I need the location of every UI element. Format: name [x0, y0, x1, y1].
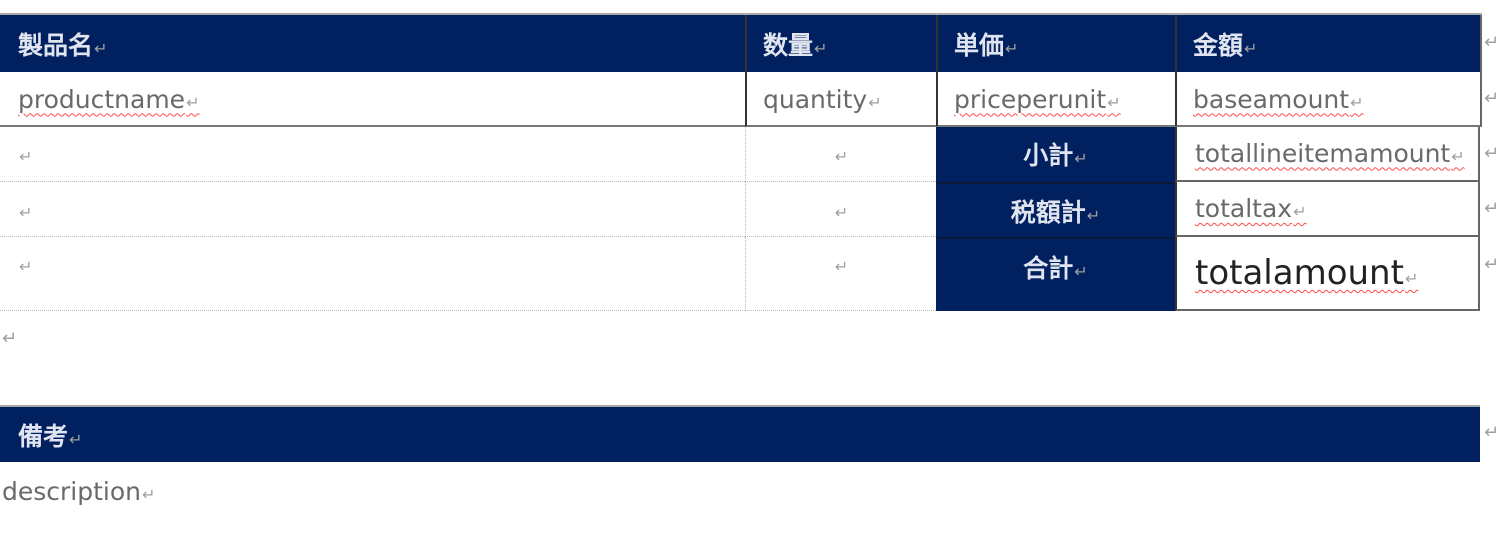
remarks-header: 備考	[0, 405, 1480, 462]
field-text: totaltax	[1195, 194, 1307, 223]
paragraph-mark	[18, 249, 32, 278]
empty-cell[interactable]	[0, 237, 745, 311]
header-amount: 金額	[1175, 15, 1480, 72]
paragraph-mark	[834, 249, 848, 278]
empty-cell[interactable]	[745, 126, 936, 182]
empty-cell[interactable]	[745, 182, 936, 237]
table-border	[1480, 15, 1482, 126]
cell-productname[interactable]: productname	[0, 72, 745, 126]
header-label: 備考	[18, 417, 82, 453]
cell-quantity[interactable]: quantity	[745, 72, 936, 126]
table-border	[0, 125, 1482, 127]
field-text: productname	[18, 85, 199, 114]
label-text: 小計	[1023, 136, 1087, 172]
empty-cell[interactable]	[0, 126, 745, 182]
row-end-mark	[1484, 88, 1499, 109]
field-text: description	[2, 477, 155, 506]
paragraph-mark	[834, 195, 848, 224]
header-unit-price: 単価	[936, 15, 1175, 72]
empty-cell[interactable]	[745, 237, 936, 311]
subtotal-label: 小計	[936, 126, 1175, 182]
header-label: 数量	[763, 26, 827, 62]
field-text: quantity	[763, 85, 882, 114]
header-label: 製品名	[18, 26, 107, 62]
table-border	[1175, 15, 1177, 126]
paragraph-mark	[18, 195, 32, 224]
field-text: baseamount	[1193, 85, 1363, 114]
label-text: 税額計	[1011, 193, 1100, 229]
cell-priceperunit[interactable]: priceperunit	[936, 72, 1175, 126]
cell-totallineitemamount[interactable]: totallineitemamount	[1175, 126, 1480, 182]
empty-cell[interactable]	[0, 182, 745, 237]
header-quantity: 数量	[745, 15, 936, 72]
table-border	[745, 15, 747, 126]
row-end-mark	[1484, 32, 1499, 53]
paragraph-mark	[2, 328, 17, 349]
cell-baseamount[interactable]: baseamount	[1175, 72, 1480, 126]
field-text: totallineitemamount	[1195, 139, 1465, 168]
row-end-mark	[1484, 254, 1499, 275]
cell-totaltax[interactable]: totaltax	[1175, 182, 1480, 237]
field-text: priceperunit	[954, 85, 1121, 114]
field-text: totalamount	[1195, 253, 1418, 293]
paragraph-mark	[834, 139, 848, 168]
header-label: 単価	[954, 26, 1018, 62]
table-border	[0, 13, 1482, 15]
table-border	[936, 15, 938, 126]
row-end-mark	[1484, 422, 1499, 443]
row-end-mark	[1484, 198, 1499, 219]
cell-totalamount[interactable]: totalamount	[1175, 237, 1480, 311]
grand-total-label: 合計	[936, 237, 1175, 311]
header-product-name: 製品名	[0, 15, 745, 72]
label-text: 合計	[1023, 249, 1087, 285]
row-end-mark	[1484, 143, 1499, 164]
header-label: 金額	[1193, 26, 1257, 62]
paragraph-mark	[18, 139, 32, 168]
tax-total-label: 税額計	[936, 182, 1175, 237]
remarks-description[interactable]: description	[2, 474, 155, 508]
